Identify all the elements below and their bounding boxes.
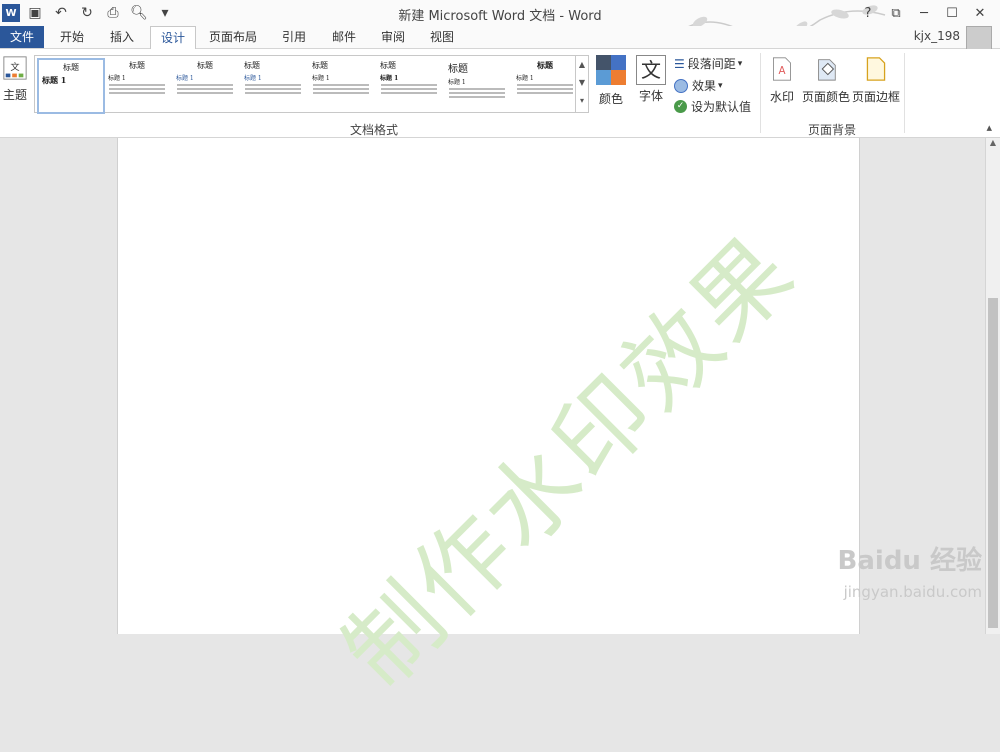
svg-text:文: 文 <box>10 61 19 73</box>
thumb-heading: 标题 1 <box>516 75 534 82</box>
effects-label: 效果 <box>692 79 717 93</box>
gallery-down-icon[interactable]: ▼ <box>576 74 588 92</box>
tab-insert[interactable]: 插入 <box>100 26 144 48</box>
watermark-button[interactable]: A 水印 <box>766 55 798 105</box>
thumb-title: 标题 <box>244 61 260 70</box>
fonts-icon: 文 <box>636 55 666 85</box>
minimize-button[interactable]: ─ <box>910 6 938 21</box>
style-thumb[interactable]: 标题 标题 1 <box>445 58 509 110</box>
watermark-text: 制作水印效果 <box>323 215 817 709</box>
ribbon-display-button[interactable]: ⧉ <box>882 6 910 21</box>
watermark-icon: A <box>773 57 791 81</box>
document-page[interactable]: 制作水印效果 <box>117 138 860 708</box>
scroll-up-icon[interactable]: ▲ <box>986 138 1000 147</box>
page-color-button[interactable]: 页面颜色 <box>802 55 850 105</box>
style-thumb[interactable]: 标题 标题 1 <box>377 58 441 110</box>
fonts-label: 字体 <box>638 89 663 103</box>
watermark-label: 水印 <box>769 90 794 104</box>
thumb-title: 标题 <box>312 61 328 70</box>
tab-view[interactable]: 视图 <box>420 26 464 48</box>
tab-mailings[interactable]: 邮件 <box>322 26 366 48</box>
document-formatting-group-label: 文档格式 <box>350 123 399 137</box>
group-divider <box>904 53 905 133</box>
close-button[interactable]: ✕ <box>966 6 994 21</box>
gallery-scrollbar[interactable]: ▲ ▼ ▾ <box>575 56 588 112</box>
thumb-title: 标题 <box>448 64 468 75</box>
chevron-down-icon: ▾ <box>718 80 723 91</box>
thumb-title: 标题 <box>63 63 79 72</box>
tab-design[interactable]: 设计 <box>150 26 196 50</box>
thumb-title: 标题 <box>197 61 213 70</box>
thumb-heading: 标题 1 <box>42 75 67 85</box>
tab-page-layout[interactable]: 页面布局 <box>202 26 264 48</box>
tab-home[interactable]: 开始 <box>50 26 94 48</box>
thumb-heading: 标题 1 <box>108 75 126 82</box>
set-as-default-label: 设为默认值 <box>691 100 752 114</box>
baidu-url: jingyan.baidu.com <box>843 583 982 601</box>
avatar[interactable] <box>966 26 992 50</box>
page-borders-button[interactable]: 页面边框 <box>852 55 900 105</box>
style-thumb[interactable]: 标题 标题 1 <box>105 58 169 110</box>
ribbon: 文 主题 标题 标题 1 标题 标题 1 标题 标题 1 标题 标题 1 标题 <box>0 49 1000 138</box>
colors-icon <box>596 55 626 85</box>
scroll-thumb[interactable] <box>988 298 998 628</box>
paragraph-spacing-label: 段落间距 <box>687 57 736 71</box>
effects-icon <box>674 78 688 93</box>
help-button[interactable]: ? <box>854 6 882 21</box>
page-color-label: 页面颜色 <box>802 90 851 104</box>
vertical-scrollbar[interactable]: ▲ <box>985 138 1000 634</box>
page-border-icon <box>866 57 886 81</box>
colors-button[interactable]: 颜色 <box>594 55 628 107</box>
window-controls: ? ⧉ ─ ☐ ✕ <box>854 0 994 26</box>
thumb-title: 标题 <box>537 60 553 70</box>
thumb-title: 标题 <box>380 61 396 70</box>
style-thumb[interactable]: 标题 标题 1 <box>513 58 577 110</box>
maximize-button[interactable]: ☐ <box>938 6 966 21</box>
collapse-ribbon-icon[interactable]: ▴ <box>986 121 992 134</box>
tab-review[interactable]: 审阅 <box>371 26 415 48</box>
svg-text:A: A <box>778 65 785 77</box>
paragraph-spacing-icon: ☰ <box>674 56 685 71</box>
group-divider <box>760 53 761 133</box>
page-borders-label: 页面边框 <box>852 90 901 104</box>
ribbon-tabs: 文件 开始 插入 设计 页面布局 引用 邮件 审阅 视图 kjx_198 <box>0 26 1000 50</box>
theme-label: 主题 <box>2 88 27 102</box>
theme-button[interactable]: 文 主题 <box>0 55 30 103</box>
title-bar: W ▣ ↶ ↻ ⎙ 🔍︎ ▾ 新建 Microsoft Word 文档 - Wo… <box>0 0 1000 41</box>
thumb-heading: 标题 1 <box>380 75 399 82</box>
colors-label: 颜色 <box>598 92 623 106</box>
set-as-default-button[interactable]: ✓ 设为默认值 <box>674 98 751 115</box>
thumb-title: 标题 <box>129 61 145 70</box>
window-title: 新建 Microsoft Word 文档 - Word <box>398 9 602 24</box>
style-thumb[interactable]: 标题 标题 1 <box>241 58 305 110</box>
style-thumb[interactable]: 标题 标题 1 <box>309 58 373 110</box>
style-set-gallery: 标题 标题 1 标题 标题 1 标题 标题 1 标题 标题 1 标题 标题 1 … <box>34 55 589 114</box>
gallery-more-icon[interactable]: ▾ <box>576 92 588 110</box>
gallery-up-icon[interactable]: ▲ <box>576 56 588 74</box>
baidu-logo: Baidu 经验 <box>837 546 982 576</box>
chevron-down-icon: ▾ <box>737 58 743 69</box>
style-thumb[interactable]: 标题 标题 1 <box>37 58 105 114</box>
thumb-heading: 标题 1 <box>244 75 262 82</box>
thumb-heading: 标题 1 <box>448 79 466 86</box>
style-thumb[interactable]: 标题 标题 1 <box>173 58 237 110</box>
checkmark-icon: ✓ <box>674 100 687 113</box>
baidu-jingyan-watermark: Baidu 经验 jingyan.baidu.com <box>812 540 982 618</box>
theme-icon: 文 <box>3 56 27 80</box>
paragraph-spacing-button[interactable]: ☰ 段落间距 ▾ <box>674 55 742 72</box>
paint-bucket-icon <box>818 59 836 81</box>
thumb-heading: 标题 1 <box>176 75 194 82</box>
page-background-group-label: 页面背景 <box>808 123 857 137</box>
thumb-heading: 标题 1 <box>312 75 330 82</box>
fonts-button[interactable]: 文 字体 <box>634 55 668 104</box>
user-name[interactable]: kjx_198 <box>914 29 960 43</box>
effects-button[interactable]: 效果 ▾ <box>674 77 723 94</box>
tab-file[interactable]: 文件 <box>0 26 44 48</box>
tab-references[interactable]: 引用 <box>272 26 316 48</box>
